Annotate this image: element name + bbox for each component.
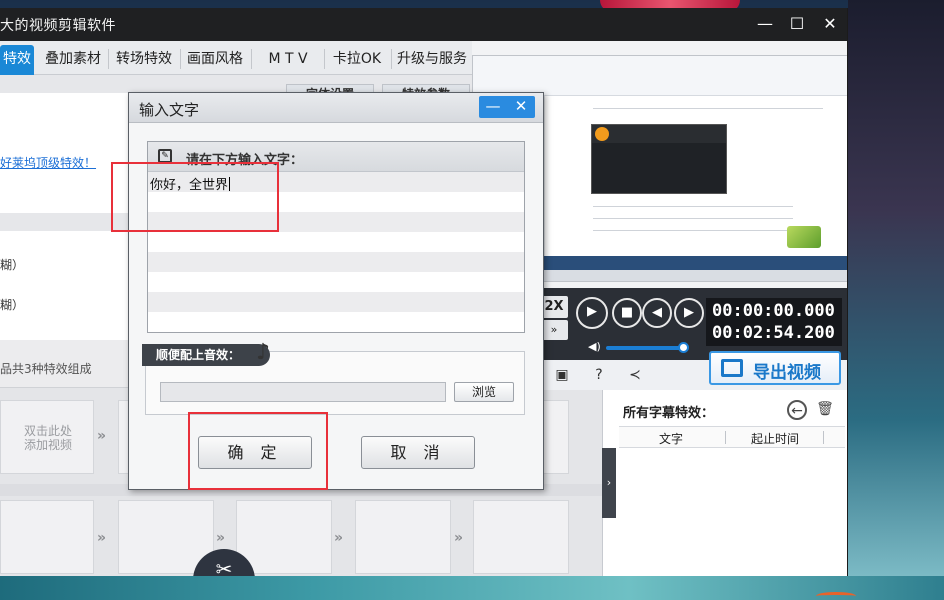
- tab-divider: [391, 49, 392, 69]
- desktop-wallpaper-curve: [816, 592, 856, 600]
- subtitle-effects-panel: 所有字幕特效： ← 🗑 文字 起止时间: [602, 390, 847, 576]
- total-time: 00:02:54.200: [712, 323, 835, 343]
- desktop-bottom-edge: [0, 576, 944, 600]
- export-video-button[interactable]: 导出视频: [709, 351, 841, 385]
- subtitle-panel-title: 所有字幕特效：: [623, 406, 715, 421]
- transition-arrow-icon: »: [97, 428, 106, 444]
- transition-arrow-icon: »: [97, 530, 106, 546]
- preview-desktop-icon: [787, 226, 821, 248]
- title-bar: 大的视频剪辑软件 — ☐ ✕: [0, 8, 847, 41]
- video-slot[interactable]: 双击此处 添加视频: [0, 400, 94, 474]
- app-title: 大的视频剪辑软件: [0, 18, 116, 34]
- panel-collapse-handle[interactable]: ›: [602, 448, 616, 518]
- video-slot[interactable]: [0, 500, 94, 574]
- feature-tabs: 特效 叠加素材 转场特效 画面风格 M T V 卡拉OK 升级与服务: [0, 41, 472, 75]
- text-line: [148, 272, 524, 292]
- dialog-minimize-button[interactable]: —: [479, 96, 507, 118]
- save-icon[interactable]: ▣: [553, 366, 571, 384]
- preview-player-window: [591, 124, 727, 194]
- tab-styles[interactable]: 画面风格: [183, 45, 247, 75]
- preview-line: [593, 108, 823, 109]
- maximize-button[interactable]: ☐: [782, 12, 812, 36]
- timeline-hint: 品共3种特效组成: [0, 362, 92, 376]
- tab-divider: [324, 49, 325, 69]
- column-divider: [725, 431, 726, 444]
- next-frame-icon[interactable]: ▶: [674, 298, 704, 328]
- minimize-button[interactable]: —: [750, 12, 780, 36]
- text-line: [148, 252, 524, 272]
- tab-divider: [108, 49, 109, 69]
- tab-transitions[interactable]: 转场特效: [112, 45, 176, 75]
- preview-player-header: [592, 125, 726, 143]
- text-line: [148, 292, 524, 312]
- effect-item[interactable]: 糊）: [0, 296, 24, 313]
- tab-upgrade[interactable]: 升级与服务: [394, 45, 470, 75]
- desktop-background: [848, 0, 944, 600]
- tab-karaoke[interactable]: 卡拉OK: [327, 45, 387, 75]
- annotation-box-ok: [188, 412, 328, 490]
- transition-arrow-icon: »: [334, 530, 343, 546]
- text-line: [148, 232, 524, 252]
- tab-mtv[interactable]: M T V: [256, 45, 320, 75]
- tab-divider: [251, 49, 252, 69]
- dialog-close-button[interactable]: ✕: [507, 96, 535, 118]
- transition-arrow-icon: »: [454, 530, 463, 546]
- cancel-button[interactable]: 取 消: [361, 436, 475, 469]
- column-time: 起止时间: [751, 432, 800, 446]
- player-controls: 2X » ▶ ■ ◀ ▶ ◀) 00:00:00.000 00:02:54.20…: [536, 288, 847, 360]
- sound-effect-label: 顺便配上音效：: [142, 344, 271, 366]
- transition-arrow-icon: »: [216, 530, 225, 546]
- add-video-hint: 双击此处 添加视频: [1, 424, 95, 452]
- tab-overlay[interactable]: 叠加素材: [41, 45, 105, 75]
- add-video-hint-line2: 添加视频: [23, 438, 72, 452]
- export-icon: [721, 359, 743, 377]
- fast-forward-button[interactable]: »: [540, 320, 568, 340]
- preview-ribbon: [473, 56, 847, 96]
- column-text: 文字: [659, 432, 684, 446]
- tab-divider: [180, 49, 181, 69]
- video-slot[interactable]: [355, 500, 451, 574]
- volume-icon[interactable]: ◀): [588, 340, 601, 353]
- sound-effect-section: 顺便配上音效： ♪ 浏览: [142, 340, 525, 415]
- volume-knob[interactable]: [678, 342, 689, 353]
- back-icon[interactable]: ←: [787, 400, 807, 420]
- music-note-icon: ♪: [256, 340, 271, 365]
- play-icon[interactable]: ▶: [576, 297, 608, 329]
- preview-line: [593, 206, 793, 207]
- subtitle-table-header: 文字 起止时间: [619, 426, 845, 448]
- volume-slider[interactable]: [606, 346, 682, 350]
- current-time: 00:00:00.000: [712, 301, 835, 321]
- preview-line: [593, 230, 793, 231]
- trash-icon[interactable]: 🗑: [815, 400, 835, 420]
- time-display: 00:00:00.000 00:02:54.200: [706, 298, 842, 346]
- prev-frame-icon[interactable]: ◀: [642, 298, 672, 328]
- stop-icon[interactable]: ■: [612, 298, 642, 328]
- preview-line: [593, 218, 793, 219]
- annotation-box-text: [111, 162, 279, 232]
- recorder-logo-icon: [595, 127, 609, 141]
- effects-link[interactable]: 好莱坞顶级特效！: [0, 154, 96, 171]
- edit-icon: ✎: [158, 149, 172, 163]
- browse-button[interactable]: 浏览: [454, 382, 514, 402]
- export-label: 导出视频: [753, 363, 821, 383]
- add-video-hint-line1: 双击此处: [23, 424, 72, 438]
- effect-item[interactable]: 糊）: [0, 256, 24, 273]
- dialog-window-controls: — ✕: [479, 96, 535, 118]
- tab-effects[interactable]: 特效: [0, 45, 34, 75]
- help-icon[interactable]: ?: [590, 366, 608, 384]
- dialog-title-bar: 输入文字 — ✕: [129, 93, 543, 123]
- speed-button[interactable]: 2X: [540, 296, 568, 318]
- dialog-title: 输入文字: [139, 101, 200, 119]
- video-slot[interactable]: [473, 500, 569, 574]
- close-button[interactable]: ✕: [815, 12, 845, 36]
- sound-file-field[interactable]: [160, 382, 446, 402]
- share-icon[interactable]: ≺: [626, 366, 644, 384]
- column-divider: [823, 431, 824, 444]
- text-line: [148, 312, 524, 332]
